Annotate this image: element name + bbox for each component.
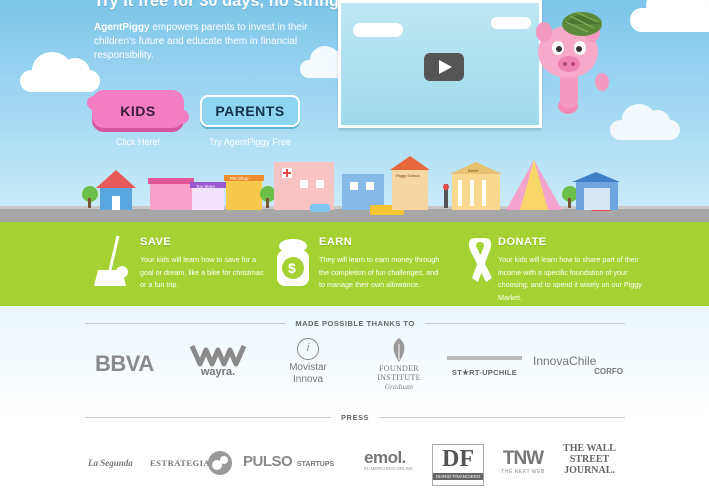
la-segunda-logo[interactable]: La Segunda xyxy=(88,458,133,468)
features-band: SAVE Your kids will learn how to save fo… xyxy=(0,222,709,306)
parents-button[interactable]: PARENTS xyxy=(200,95,300,127)
feature-title: DONATE xyxy=(498,236,547,248)
bbva-logo[interactable]: BBVA xyxy=(95,351,154,377)
startup-chile-logo[interactable]: ST★RT-UPCHILE xyxy=(447,356,522,380)
broom-icon xyxy=(94,235,128,286)
video-cloud xyxy=(491,17,531,29)
pig-mascot-icon xyxy=(536,11,609,114)
brand-name: AgentPiggy xyxy=(94,22,150,33)
wall-street-journal-logo[interactable]: THE WALL STREET JOURNAL. xyxy=(562,443,617,476)
video-player[interactable] xyxy=(338,0,542,128)
founder-leaf-icon xyxy=(393,338,405,362)
feature-donate: DONATE Your kids will learn how to share… xyxy=(460,222,642,306)
startups-logo[interactable]: STARTUPS xyxy=(297,453,353,471)
wayra-mark-icon xyxy=(189,344,247,367)
hero-tagline: AgentPiggy empowers parents to invest in… xyxy=(94,21,339,63)
press-heading: PRESS xyxy=(85,411,625,423)
innovachile-corfo-logo[interactable]: InnovaChile CORFO xyxy=(533,354,623,376)
feature-description: They will learn to earn money through th… xyxy=(319,255,440,289)
cloud-decoration xyxy=(630,0,709,32)
the-next-web-logo[interactable]: TNW THE NEXT WEB xyxy=(493,449,553,476)
ribbon-icon xyxy=(468,238,492,282)
piggy-school-sign: Piggy School xyxy=(396,173,419,178)
feature-description: Your kids will learn how to share part o… xyxy=(498,255,642,302)
feature-earn: $ EARN They will learn to earn money thr… xyxy=(272,222,467,306)
dp-logo-icon[interactable] xyxy=(207,450,233,476)
play-icon[interactable] xyxy=(424,53,464,81)
sponsors-heading: MADE POSSIBLE THANKS TO xyxy=(85,317,625,329)
svg-text:$: $ xyxy=(288,260,296,276)
movistar-i-icon: i xyxy=(297,338,319,360)
diario-financiero-logo[interactable]: DF DIARIO FINANCIERO xyxy=(432,444,484,486)
movistar-innova-logo[interactable]: i Movistar Innova xyxy=(280,338,336,386)
pulso-logo[interactable]: PULSO xyxy=(243,453,293,470)
feature-title: EARN xyxy=(319,236,353,248)
feature-save: SAVE Your kids will learn how to save fo… xyxy=(92,222,272,306)
feature-description: Your kids will learn how to save for a g… xyxy=(140,255,264,289)
kids-button-caption[interactable]: Click Here! xyxy=(92,137,184,147)
parents-button-caption[interactable]: Try AgentPiggy Free xyxy=(200,137,300,147)
hero-section: Try it free for 30 days, no strings atta… xyxy=(0,0,709,222)
founder-institute-logo[interactable]: FOUNDER INSTITUTE Graduate xyxy=(358,336,440,391)
feature-title: SAVE xyxy=(140,236,172,248)
cloud-decoration xyxy=(20,52,100,92)
cloud-decoration xyxy=(610,104,680,140)
town-illustration: Toy Store Pet Shop Piggy School BANK xyxy=(0,156,709,222)
pet-shop-sign: Pet Shop xyxy=(230,176,249,181)
video-cloud xyxy=(353,23,403,37)
piggy-bank-dollar-icon: $ xyxy=(277,239,309,286)
bank-sign: BANK xyxy=(468,168,479,173)
emol-logo[interactable]: emol. EL MERCURIO ONLINE xyxy=(364,448,424,471)
kids-button[interactable]: KIDS xyxy=(87,90,189,132)
sponsors-press-section: MADE POSSIBLE THANKS TO BBVA wayra. i Mo… xyxy=(0,306,709,490)
wayra-logo[interactable]: wayra. xyxy=(188,342,248,378)
toy-store-sign: Toy Store xyxy=(196,184,216,189)
estrategia-logo[interactable]: ESTRATEGIA xyxy=(150,458,210,468)
